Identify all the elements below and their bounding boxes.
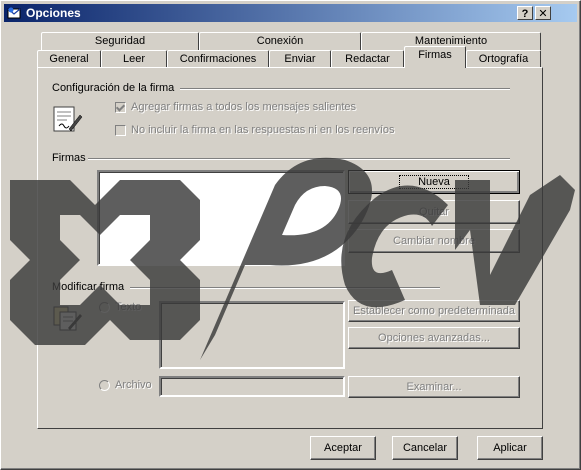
add-signature-label: Agregar firmas a todos los mensajes sali… xyxy=(131,101,356,113)
no-include-label: No incluir la firma en las respuestas ni… xyxy=(131,124,395,136)
advanced-options-button[interactable]: Opciones avanzadas... xyxy=(348,327,520,349)
config-group-title: Configuración de la firma xyxy=(52,82,175,94)
apply-button[interactable]: Aplicar xyxy=(477,436,543,460)
modify-separator xyxy=(130,287,440,289)
browse-button[interactable]: Examinar... xyxy=(348,376,520,398)
rename-signature-button[interactable]: Cambiar nombre xyxy=(348,229,520,253)
signatures-separator xyxy=(88,158,510,160)
new-signature-button[interactable]: Nueva xyxy=(348,170,520,194)
no-include-checkbox[interactable] xyxy=(115,125,126,136)
text-radio-label: Texto xyxy=(115,301,142,313)
signatures-list[interactable] xyxy=(97,170,345,266)
modify-group-title: Modificar firma xyxy=(52,281,125,293)
remove-signature-button[interactable]: Quitar xyxy=(348,200,520,224)
file-path-field[interactable] xyxy=(159,376,345,397)
config-separator xyxy=(180,88,510,90)
cancel-button[interactable]: Cancelar xyxy=(392,436,458,460)
set-default-button[interactable]: Establecer como predeterminada xyxy=(348,300,520,322)
new-signature-label: Nueva xyxy=(399,175,469,189)
file-radio-label: Archivo xyxy=(115,379,152,391)
edit-signature-icon xyxy=(53,306,82,331)
accept-button[interactable]: Aceptar xyxy=(310,436,376,460)
signatures-group-title: Firmas xyxy=(52,152,86,164)
signature-pen-icon xyxy=(53,106,83,132)
signature-text-area[interactable] xyxy=(159,301,345,369)
text-radio[interactable] xyxy=(99,302,110,313)
add-signature-checkbox[interactable] xyxy=(115,102,126,113)
file-radio[interactable] xyxy=(99,380,110,391)
